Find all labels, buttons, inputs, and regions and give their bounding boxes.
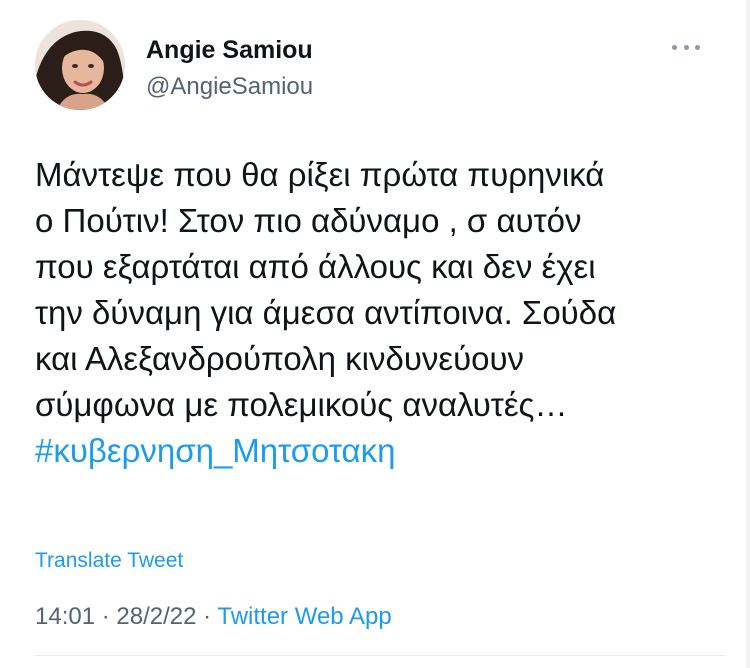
hashtag-link[interactable]: #κυβερνηση_Μητσοτακη <box>35 428 725 474</box>
more-options-button[interactable] <box>672 36 700 58</box>
tweet-line: που εξαρτάται από άλλους και δεν έχει <box>35 248 596 285</box>
source-app-link[interactable]: Twitter Web App <box>217 603 391 630</box>
divider <box>35 655 725 656</box>
author-handle[interactable]: @AngieSamiou <box>146 73 313 101</box>
more-dot <box>695 44 700 50</box>
tweet-line: σύμφωνα με πολεμικούς αναλυτές… <box>35 386 568 423</box>
tweet-text: Μάντεψε που θα ρίξει πρώτα πυρηνικά ο Πο… <box>35 152 725 474</box>
more-horizontal-icon <box>672 44 677 50</box>
avatar-photo <box>35 20 125 110</box>
translate-tweet-link[interactable]: Translate Tweet <box>35 549 183 573</box>
tweet-line: την δύναμη για άμεσα αντίποινα. Σούδα <box>35 294 617 331</box>
tweet-line: και Αλεξανδρούπολη κινδυνεύουν <box>35 340 525 377</box>
avatar[interactable] <box>35 20 125 110</box>
author-name[interactable]: Angie Samiou <box>146 36 313 65</box>
more-dot <box>683 44 689 50</box>
tweet-line: Μάντεψε που θα ρίξει πρώτα πυρηνικά <box>35 156 605 193</box>
tweet-card: Angie Samiou @AngieSamiou Μάντεψε που θα… <box>0 0 750 668</box>
tweet-time[interactable]: 14:01 <box>35 603 95 630</box>
tweet-line: ο Πούτιν! Στον πιο αδύναμο , σ αυτόν <box>35 202 582 239</box>
tweet-date[interactable]: 28/2/22 <box>116 603 196 630</box>
card-edge <box>746 0 750 668</box>
meta-separator: · <box>196 603 218 630</box>
tweet-meta: 14:01 · 28/2/22 · Twitter Web App <box>35 603 392 631</box>
meta-separator: · <box>95 603 117 630</box>
